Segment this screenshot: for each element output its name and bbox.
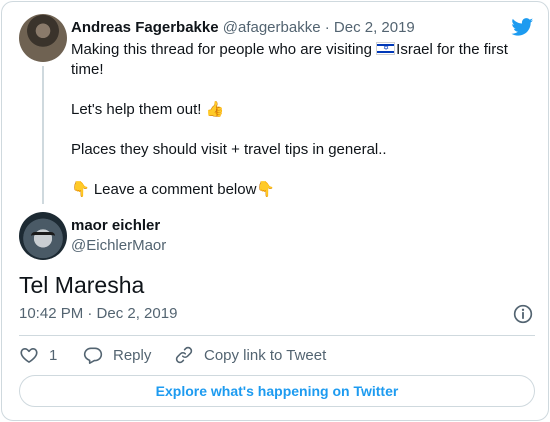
copy-link-button[interactable]: Copy link to Tweet: [174, 344, 326, 366]
parent-tweet-text: Making this thread for people who are vi…: [71, 40, 531, 200]
header-separator: ·: [324, 19, 330, 36]
reply-tweet-text: Tel Maresha: [19, 272, 145, 298]
link-icon: [175, 346, 193, 364]
reply-author-handle[interactable]: @EichlerMaor: [71, 236, 166, 256]
parent-line4: 👇 Leave a comment below👇: [71, 181, 276, 198]
reply-author-name[interactable]: maor eichler: [71, 216, 160, 236]
parent-line2: Let's help them out! 👍: [71, 101, 225, 118]
tweet-embed-card: Andreas Fagerbakke @afagerbakke · Dec 2,…: [1, 1, 549, 421]
parent-tweet-header: Andreas Fagerbakke @afagerbakke · Dec 2,…: [71, 18, 415, 38]
parent-line3: Places they should visit + travel tips i…: [71, 141, 387, 158]
parent-author-name[interactable]: Andreas Fagerbakke: [71, 19, 219, 36]
israel-flag-icon: ✡: [376, 42, 396, 55]
copy-link-label: Copy link to Tweet: [204, 346, 327, 364]
parent-line1-before: Making this thread for people who are vi…: [71, 41, 377, 58]
reply-button[interactable]: Reply: [83, 344, 151, 366]
like-button[interactable]: 1: [19, 344, 57, 366]
avatar-glasses-detail: [31, 232, 55, 240]
reply-label: Reply: [113, 346, 152, 364]
parent-author-avatar[interactable]: [19, 14, 67, 62]
reply-author-avatar[interactable]: [19, 212, 67, 260]
parent-author-handle[interactable]: @afagerbakke: [223, 19, 321, 36]
actions-divider: [19, 335, 535, 336]
reply-icon: [83, 347, 103, 364]
like-count: 1: [49, 346, 58, 364]
parent-tweet-date[interactable]: Dec 2, 2019: [334, 19, 415, 36]
twitter-logo-icon[interactable]: [510, 16, 535, 38]
reply-tweet-timestamp[interactable]: 10:42 PM · Dec 2, 2019: [19, 304, 177, 324]
info-icon[interactable]: [513, 304, 533, 324]
explore-twitter-button[interactable]: Explore what's happening on Twitter: [19, 375, 535, 407]
heart-icon: [20, 348, 38, 363]
thread-line: [42, 66, 44, 204]
